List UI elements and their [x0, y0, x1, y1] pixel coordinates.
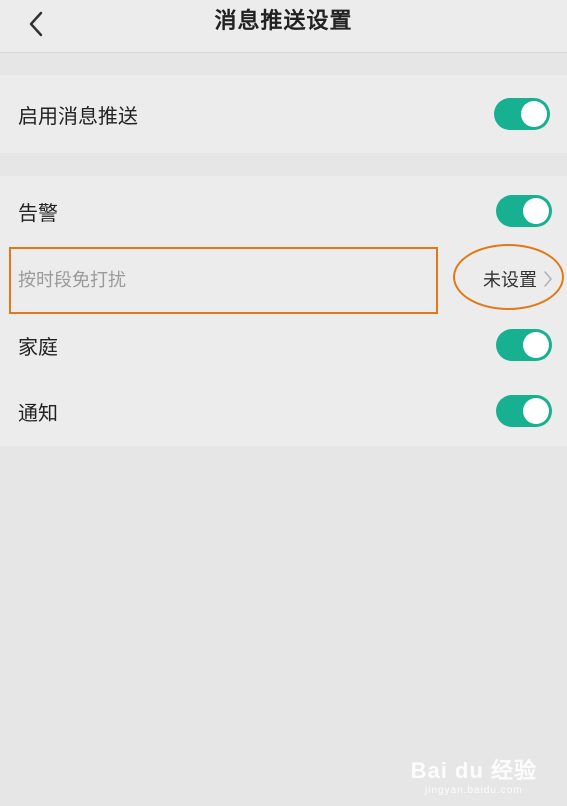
watermark-logo: Bai du 经验 [410, 758, 537, 783]
highlight-rectangle [9, 247, 438, 314]
alarm-toggle[interactable] [496, 195, 552, 227]
highlight-ellipse [453, 244, 564, 310]
page-title: 消息推送设置 [214, 9, 353, 34]
watermark-url: jingyan.baidu.com [425, 785, 523, 796]
row-alarm: 告警 [0, 178, 567, 244]
toggle-knob [523, 198, 549, 224]
enable-push-label: 启用消息推送 [18, 103, 138, 128]
row-enable-push: 启用消息推送 [0, 81, 567, 147]
toggle-knob [523, 332, 549, 358]
row-notice: 通知 [0, 378, 567, 444]
toggle-knob [523, 398, 549, 424]
enable-push-toggle[interactable] [494, 98, 550, 130]
alarm-label: 告警 [18, 200, 58, 225]
nav-header: 消息推送设置 [0, 0, 567, 53]
toggle-knob [521, 101, 547, 127]
notice-toggle[interactable] [496, 395, 552, 427]
baidu-watermark: Bai du 经验 jingyan.baidu.com [411, 753, 537, 796]
notice-label: 通知 [18, 400, 58, 425]
app-screen: 消息推送设置 启用消息推送 告警 按时段免打扰 未设置 家庭 通知 Bai du… [0, 0, 567, 806]
home-toggle[interactable] [496, 329, 552, 361]
home-label: 家庭 [18, 334, 58, 359]
row-home: 家庭 [0, 312, 567, 378]
section-push: 启用消息推送 [0, 75, 567, 153]
